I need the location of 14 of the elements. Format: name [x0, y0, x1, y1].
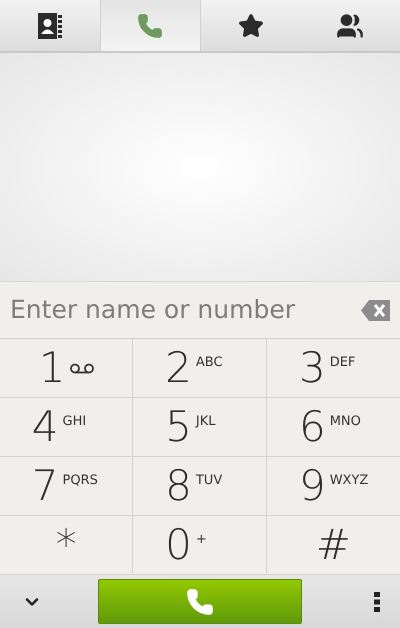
- voicemail-icon: [70, 362, 94, 374]
- phone-icon: [186, 588, 214, 616]
- backspace-icon[interactable]: [361, 300, 390, 320]
- people-icon: [336, 12, 364, 40]
- star-icon: [238, 12, 264, 38]
- dial-key[interactable]: 1: [0, 339, 134, 398]
- more-options-icon: [374, 592, 380, 612]
- dial-key[interactable]: 0+: [133, 516, 267, 575]
- phone-icon: [137, 12, 164, 38]
- dial-key[interactable]: *: [0, 516, 134, 575]
- call-button[interactable]: [98, 579, 302, 624]
- more-options-button[interactable]: [374, 592, 380, 612]
- contacts-book-icon: [38, 12, 62, 38]
- dial-field[interactable]: Enter name or number: [10, 291, 353, 329]
